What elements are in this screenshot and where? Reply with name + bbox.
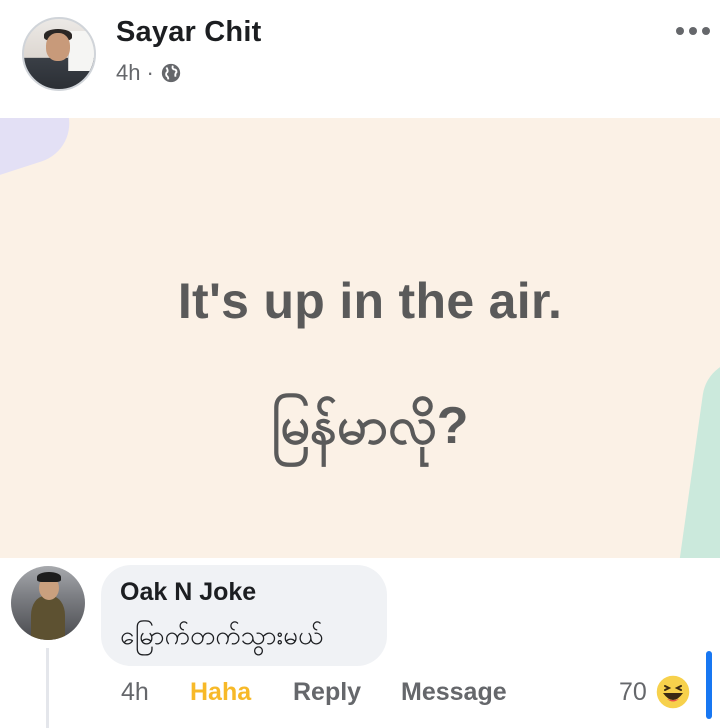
commenter-name[interactable]: Oak N Joke xyxy=(120,578,256,607)
post-header: Sayar Chit 4h · xyxy=(0,0,720,118)
more-options-icon[interactable] xyxy=(676,25,714,37)
comment-section: Oak N Joke မြောက်တက်သွားမယ် 4h Haha Repl… xyxy=(0,558,720,728)
post-time[interactable]: 4h xyxy=(116,60,140,86)
commenter-avatar[interactable] xyxy=(11,566,85,640)
post-text-myanmar: မြန်မာလို? xyxy=(271,397,469,455)
haha-emoji-icon[interactable] xyxy=(655,674,691,710)
reply-button[interactable]: Reply xyxy=(293,678,361,707)
scroll-indicator[interactable] xyxy=(706,651,712,719)
comment-time[interactable]: 4h xyxy=(121,678,149,707)
reaction-count[interactable]: 70 xyxy=(619,678,647,707)
post-meta: 4h · xyxy=(116,60,182,86)
author-name[interactable]: Sayar Chit xyxy=(116,16,261,49)
author-avatar[interactable] xyxy=(22,17,96,91)
comment-actions: 4h Haha Reply Message 70 xyxy=(0,674,720,718)
haha-reaction-button[interactable]: Haha xyxy=(190,678,251,707)
comment-text: မြောက်တက်သွားမယ် xyxy=(120,620,324,650)
post-text-english: It's up in the air. xyxy=(177,273,563,329)
globe-icon xyxy=(161,63,180,83)
decorative-shape xyxy=(0,118,80,184)
message-button[interactable]: Message xyxy=(401,678,507,707)
post-content xyxy=(0,118,720,560)
meta-separator: · xyxy=(146,60,154,85)
